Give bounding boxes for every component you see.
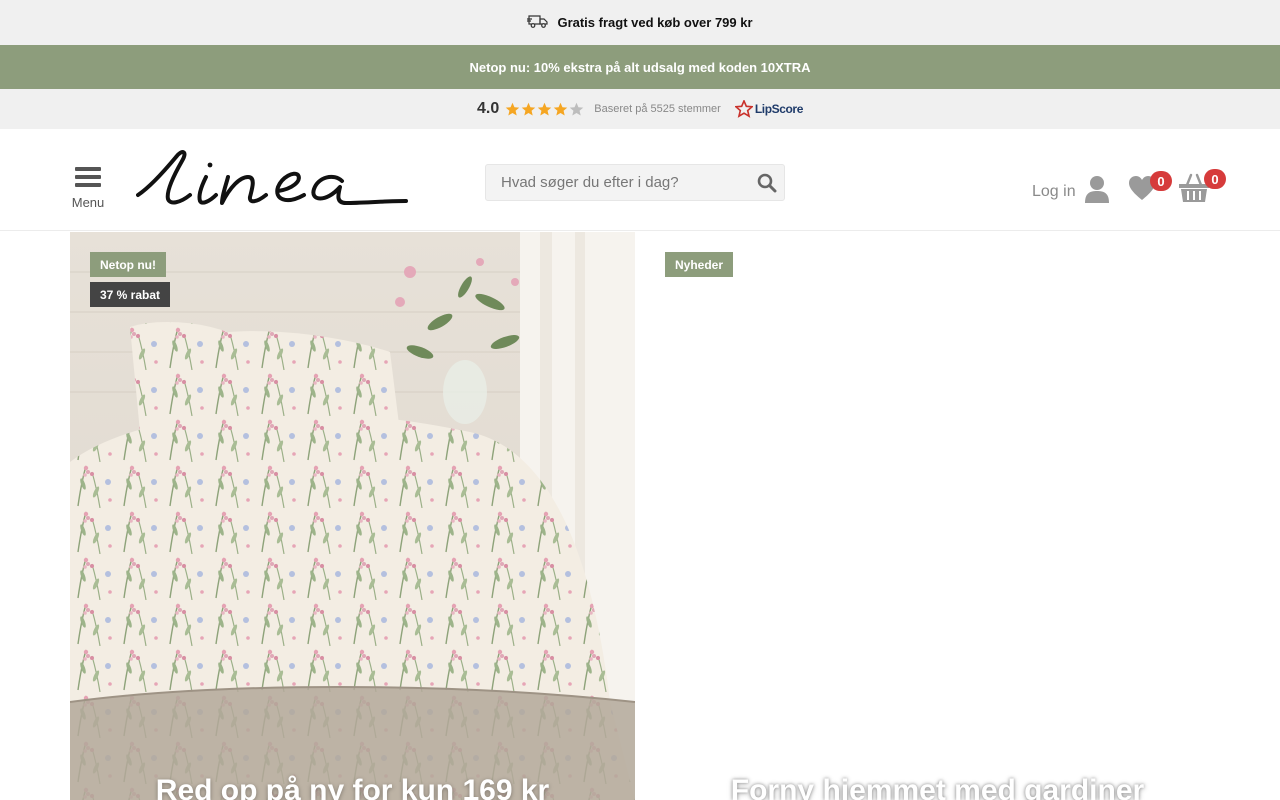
heart-icon bbox=[1128, 176, 1156, 205]
rating-bar[interactable]: 4.0 Baseret på 5525 stemmer LipScore bbox=[0, 89, 1280, 129]
star-filled-icon bbox=[538, 102, 552, 115]
user-icon bbox=[1084, 175, 1110, 208]
main-header: Menu Log in 0 bbox=[0, 129, 1280, 231]
bedding-image bbox=[70, 232, 635, 800]
hero-card-curtains[interactable]: Nyheder Forny hjemmet med gardiner bbox=[665, 232, 1210, 800]
lipscore-text: LipScore bbox=[754, 102, 804, 116]
rating-count-text: Baseret på 5525 stemmer bbox=[594, 103, 721, 115]
wishlist-button[interactable]: 0 bbox=[1128, 171, 1172, 206]
hero-section: Netop nu! 37 % rabat Red op på ny for ku… bbox=[0, 232, 1280, 800]
shipping-text: Gratis fragt ved køb over 799 kr bbox=[557, 15, 753, 30]
logo[interactable] bbox=[136, 147, 408, 209]
cart-button[interactable]: 0 bbox=[1178, 169, 1226, 208]
lipscore-star-icon bbox=[734, 100, 753, 118]
shipping-bar: Gratis fragt ved køb over 799 kr bbox=[0, 0, 1280, 45]
star-filled-icon bbox=[522, 102, 536, 115]
rating-score: 4.0 bbox=[477, 100, 500, 117]
linea-logo-icon bbox=[136, 150, 408, 205]
hero-card-title: Forny hjemmet med gardiner bbox=[730, 774, 1145, 800]
hamburger-icon bbox=[75, 165, 101, 189]
menu-button[interactable]: Menu bbox=[70, 165, 106, 210]
promo-text: Netop nu: 10% ekstra på alt udsalg med k… bbox=[469, 59, 811, 75]
tag-now: Netop nu! bbox=[90, 252, 166, 277]
hero-card-title: Red op på ny for kun 169 kr bbox=[155, 774, 550, 800]
rating-stars bbox=[505, 102, 584, 117]
hero-card-bedding[interactable]: Netop nu! 37 % rabat Red op på ny for ku… bbox=[70, 232, 635, 800]
search-icon[interactable] bbox=[750, 166, 784, 200]
tag-news: Nyheder bbox=[665, 252, 734, 277]
promo-bar[interactable]: Netop nu: 10% ekstra på alt udsalg med k… bbox=[0, 45, 1280, 89]
basket-icon bbox=[1178, 173, 1210, 207]
login-button[interactable]: Log in bbox=[1032, 175, 1110, 208]
wishlist-count-badge: 0 bbox=[1150, 171, 1172, 191]
star-filled-icon bbox=[506, 102, 520, 115]
search-bar bbox=[485, 164, 785, 201]
lipscore-logo[interactable]: LipScore bbox=[734, 100, 804, 118]
cart-count-badge: 0 bbox=[1204, 169, 1226, 189]
menu-label: Menu bbox=[71, 195, 105, 210]
login-label: Log in bbox=[1032, 182, 1076, 200]
star-empty-icon bbox=[570, 102, 584, 115]
truck-icon bbox=[527, 13, 549, 32]
star-filled-icon bbox=[554, 102, 568, 115]
tag-discount: 37 % rabat bbox=[90, 282, 171, 307]
search-input[interactable] bbox=[486, 174, 750, 191]
